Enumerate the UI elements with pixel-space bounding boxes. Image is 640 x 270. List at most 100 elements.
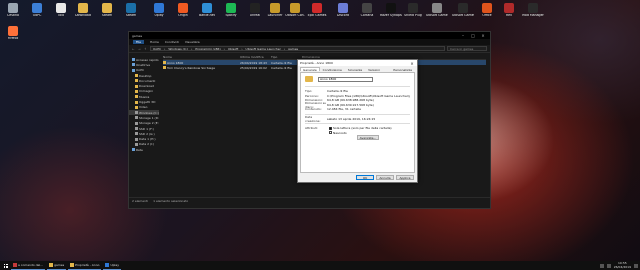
app-icon — [13, 263, 17, 267]
app-icon — [432, 3, 442, 13]
folder-icon — [135, 105, 138, 109]
desktop-shortcut-label: Firefox — [7, 37, 19, 40]
volume-icon[interactable] — [606, 263, 611, 268]
back-arrow-icon[interactable]: ← — [132, 47, 136, 51]
item-count: 2 elementi — [132, 199, 149, 203]
desktop-shortcut[interactable]: Tolo — [50, 3, 72, 18]
folder-icon — [135, 74, 138, 78]
app-icon — [8, 3, 18, 13]
column-header[interactable]: Ultima modifica — [240, 55, 271, 59]
chevron-right-icon[interactable]: › — [241, 47, 242, 50]
close-icon[interactable]: × — [409, 61, 415, 66]
folder-icon — [305, 76, 313, 82]
breadcrumb-segment[interactable]: Ubisoft — [228, 47, 239, 50]
chevron-right-icon[interactable]: › — [224, 47, 225, 50]
column-header[interactable]: Nome — [163, 55, 240, 59]
drive-icon — [135, 132, 138, 136]
general-panel: Tipo: Cartella di file Percorso: C:\Progra… — [300, 72, 415, 173]
forward-arrow-icon[interactable]: → — [138, 47, 142, 51]
desktop-shortcut[interactable]: Unreal — [244, 3, 266, 18]
properties-tab[interactable]: Versioni precedenti — [365, 67, 390, 76]
app-icon — [504, 3, 514, 13]
breadcrumb-segment[interactable]: Ubisoft Game Launcher — [246, 47, 281, 50]
breadcrumb-segment[interactable]: OoPC — [153, 47, 161, 50]
desktop-shortcut[interactable]: Discord — [332, 3, 354, 18]
desktop-shortcut[interactable]: Rev — [498, 3, 520, 18]
ribbon-tab[interactable]: File — [133, 40, 145, 44]
cancel-button[interactable]: Annulla — [376, 175, 394, 180]
network-icon[interactable] — [599, 263, 604, 268]
app-icon — [270, 3, 280, 13]
breadcrumb-segment[interactable]: games — [288, 47, 298, 50]
desktop-shortcut[interactable]: Epic Games — [306, 3, 328, 18]
search-input[interactable]: Cerca in games — [447, 46, 487, 51]
chevron-right-icon[interactable]: › — [191, 47, 192, 50]
app-icon — [102, 3, 112, 13]
taskbar-item[interactable]: Proprietà - Anno — [68, 262, 102, 270]
nav-item-label: Desktop — [139, 73, 152, 78]
chevron-right-icon[interactable]: › — [164, 47, 165, 50]
nav-item-label: Accesso rapido — [136, 57, 159, 62]
desktop-shortcut[interactable]: Uplay — [148, 3, 170, 18]
properties-tab[interactable]: Personalizza — [390, 67, 415, 72]
desktop-shortcut[interactable]: Cestino — [2, 3, 24, 18]
ribbon-tab[interactable]: Condividi — [165, 40, 179, 44]
ribbon-tab[interactable]: Home — [150, 40, 159, 44]
chevron-right-icon[interactable]: › — [284, 47, 285, 50]
desktop-shortcut[interactable]: Office — [476, 3, 498, 18]
properties-tab[interactable]: Generale — [300, 67, 320, 72]
ok-button[interactable]: OK — [356, 175, 374, 180]
desktop-shortcut-label: Unreal — [249, 14, 261, 17]
advanced-button[interactable]: Avanzate... — [357, 135, 379, 140]
app-icon — [482, 3, 492, 13]
nav-item[interactable]: Rete — [129, 147, 159, 152]
minimize-icon[interactable]: – — [459, 33, 467, 38]
desktop-shortcut[interactable]: Origin — [172, 3, 194, 18]
desktop-shortcut[interactable]: Battle.net — [196, 3, 218, 18]
desktop-shortcut[interactable]: Ubisoft Con. — [284, 3, 306, 18]
desktop-shortcut[interactable]: Spotify — [220, 3, 242, 18]
hidden-checkbox[interactable] — [329, 131, 332, 135]
app-icon — [8, 26, 18, 36]
desktop-shortcut[interactable]: Shield Plug — [402, 3, 424, 18]
desktop-shortcut-label: Shield Plug — [404, 14, 422, 17]
desktop-shortcut[interactable]: Cortana — [356, 3, 378, 18]
desktop-shortcut[interactable]: Ubisoft Games — [452, 3, 474, 18]
app-icon — [362, 3, 372, 13]
desktop-shortcut[interactable]: Launcher — [264, 3, 286, 18]
explorer-titlebar[interactable]: games – □ × — [129, 32, 490, 39]
drive-icon — [135, 116, 138, 120]
app-icon — [312, 3, 322, 13]
desktop-shortcut-label: Ubisoft Games — [452, 14, 474, 17]
ribbon-tab[interactable]: Visualizza — [185, 40, 200, 44]
windows-start-icon[interactable] — [2, 262, 9, 269]
apply-button[interactable]: Applica — [396, 175, 414, 180]
desktop-shortcut[interactable]: Firefox — [2, 26, 24, 41]
desktop-shortcut[interactable]: OoPC — [26, 3, 48, 18]
breadcrumb-segment[interactable]: Windows (C:) — [168, 47, 188, 50]
desktop-shortcut[interactable]: Steam — [96, 3, 118, 18]
desktop-shortcut[interactable]: Steam — [120, 3, 142, 18]
readonly-checkbox[interactable]: ■ — [329, 126, 332, 130]
taskbar-item[interactable]: games — [47, 262, 67, 270]
notifications-icon[interactable] — [634, 263, 638, 268]
desktop-shortcut[interactable]: Razer Synapse — [380, 3, 402, 18]
properties-tab[interactable]: Condivisione — [320, 67, 345, 72]
desktop-shortcut[interactable]: Ubisoft Game Launcher — [426, 3, 448, 18]
desktop-shortcut-label: Launcher — [267, 14, 283, 17]
folder-name-field[interactable] — [318, 76, 373, 82]
desktop-shortcut[interactable]: Mod Manager — [522, 3, 544, 18]
close-icon[interactable]: × — [479, 33, 487, 38]
up-arrow-icon[interactable]: ↑ — [144, 47, 148, 51]
network-icon — [132, 148, 135, 152]
desktop-shortcut[interactable]: Download — [72, 3, 94, 18]
breadcrumb-segment[interactable]: Programmi (x86) — [195, 47, 220, 50]
taskbar-item[interactable]: Uplay — [103, 262, 121, 270]
properties-tab[interactable]: Sicurezza — [345, 67, 365, 72]
desktop-shortcut-label: Spotify — [225, 14, 237, 17]
desktop-shortcut-label: Epic Games — [307, 14, 327, 17]
maximize-icon[interactable]: □ — [469, 33, 477, 38]
breadcrumb[interactable]: OoPC › Windows (C:) › Programmi (x86) › Ubisof… — [150, 46, 445, 51]
clock[interactable]: 10:55 26/04/2019 — [614, 261, 631, 269]
taskbar-item[interactable]: a comando del... — [11, 262, 46, 270]
